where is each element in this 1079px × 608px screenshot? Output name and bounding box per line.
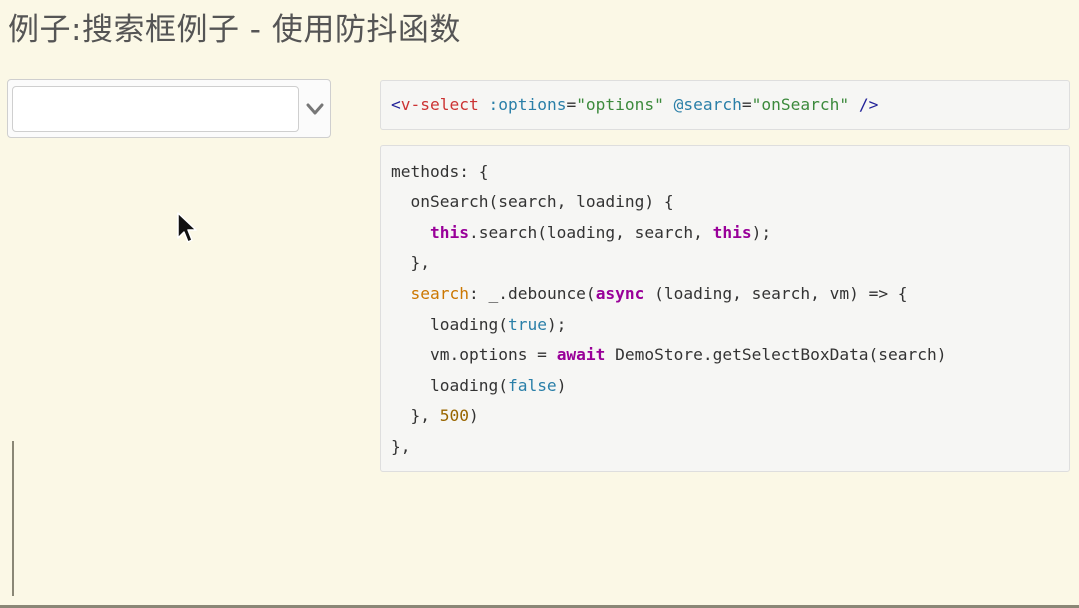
code-token: vm.options = — [429, 345, 557, 364]
code-token: this — [712, 223, 752, 242]
code-line: }, — [391, 437, 411, 457]
search-input[interactable] — [12, 86, 299, 132]
code-token: = — [566, 95, 577, 114]
code-line: vm.options = await DemoStore.getSelectBo… — [391, 345, 947, 365]
search-select[interactable] — [7, 79, 331, 138]
code-line: }, — [391, 253, 430, 273]
code-token: search — [410, 284, 469, 303]
code-line: }, 500) — [391, 406, 479, 426]
code-token: v-select — [400, 95, 479, 114]
code-line: search: _.debounce(async (loading, searc… — [391, 284, 908, 304]
window-edge-vertical — [12, 441, 14, 596]
code-token: :options — [488, 95, 567, 114]
code-token: ); — [751, 223, 772, 242]
code-line: this.search(loading, search, this); — [391, 223, 771, 243]
code-line: loading(true); — [391, 315, 566, 335]
code-token: }, — [391, 437, 411, 456]
code-token: }, — [391, 406, 440, 425]
code-token: false — [507, 376, 557, 395]
code-token: methods: { — [391, 162, 489, 181]
code-token: < — [391, 95, 401, 114]
code-token: ) — [556, 376, 567, 395]
mouse-pointer-icon — [177, 212, 197, 243]
code-token: ); — [546, 315, 567, 334]
code-token: await — [556, 345, 606, 364]
code-token: loading( — [429, 315, 508, 334]
code-token: ) — [468, 406, 479, 425]
template-code-block: <v-select :options="options" @search="on… — [380, 80, 1070, 130]
code-token: 500 — [439, 406, 469, 425]
code-token: onSearch(search, loading) { — [391, 192, 674, 211]
code-token: true — [507, 315, 547, 334]
code-line: methods: { — [391, 162, 488, 182]
page-title: 例子:搜索框例子 - 使用防抖函数 — [8, 12, 461, 48]
code-line: <v-select :options="options" @search="on… — [391, 95, 878, 115]
code-token: loading( — [429, 376, 508, 395]
code-token: /> — [849, 95, 879, 114]
code-token: }, — [391, 253, 430, 272]
code-line: onSearch(search, loading) { — [391, 192, 674, 212]
code-token: : _.debounce( — [468, 284, 596, 303]
code-line: loading(false) — [391, 376, 566, 396]
code-token: @search — [673, 95, 742, 114]
chevron-down-icon[interactable] — [304, 98, 326, 120]
code-token: "options" — [576, 95, 664, 114]
code-token: this — [429, 223, 469, 242]
code-token: .search(loading, search, — [468, 223, 713, 242]
code-token: async — [595, 284, 645, 303]
script-code-block: methods: { onSearch(search, loading) { t… — [380, 145, 1070, 472]
code-token: DemoStore.getSelectBoxData(search) — [605, 345, 947, 364]
code-token: "onSearch" — [751, 95, 850, 114]
code-token: = — [741, 95, 752, 114]
code-token: (loading, search, vm) => { — [644, 284, 908, 303]
